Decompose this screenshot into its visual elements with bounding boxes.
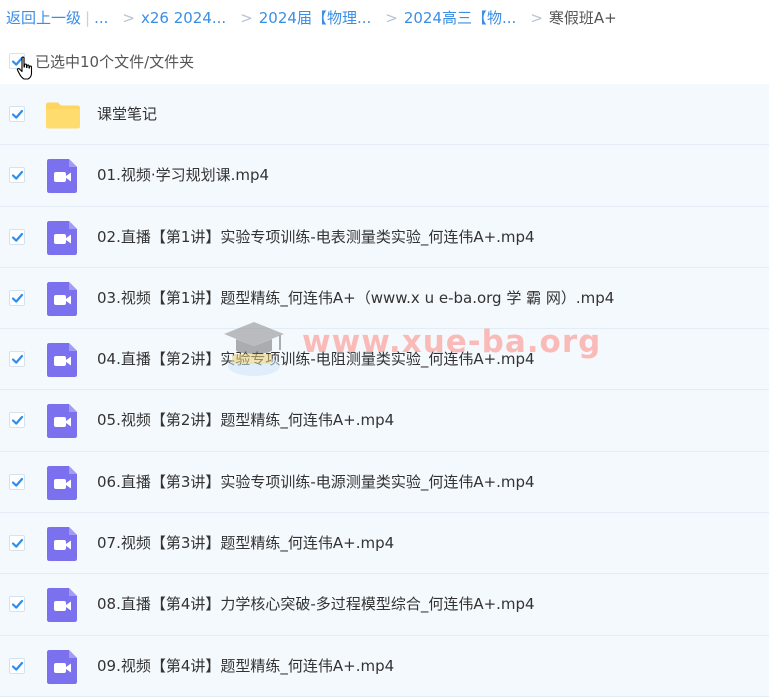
video-file-icon [45,526,81,562]
folder-icon [45,97,81,133]
file-checkbox[interactable] [9,228,25,245]
video-file-icon [45,281,81,317]
file-name[interactable]: 课堂笔记 [97,84,157,145]
file-checkbox[interactable] [9,412,25,429]
file-name[interactable]: 07.视频【第3讲】题型精练_何连伟A+.mp4 [97,513,394,574]
chevron-right-icon: > [122,9,135,27]
back-link[interactable]: 返回上一级 [6,6,81,30]
file-checkbox[interactable] [9,351,25,368]
file-row[interactable]: 02.直播【第1讲】实验专项训练-电表测量类实验_何连伟A+.mp4 [0,206,769,268]
file-checkbox[interactable] [9,473,25,490]
file-checkbox[interactable] [9,289,25,306]
file-checkbox[interactable] [9,167,25,184]
selection-bar: 已选中10个文件/文件夹 [0,44,769,78]
file-name[interactable]: 08.直播【第4讲】力学核心突破-多过程模型综合_何连伟A+.mp4 [97,574,535,635]
breadcrumb-item-3[interactable]: 2024高三【物... [404,6,516,30]
file-checkbox[interactable] [9,535,25,552]
file-list: 课堂笔记 01.视频·学习规划课.mp4 02.直播【第1讲】实验专项训练-电表测量… [0,84,769,697]
video-file-icon [45,158,81,194]
file-row[interactable]: 08.直播【第4讲】力学核心突破-多过程模型综合_何连伟A+.mp4 [0,574,769,636]
file-row[interactable]: 04.直播【第2讲】实验专项训练-电阻测量类实验_何连伟A+.mp4 [0,329,769,391]
video-file-icon [45,587,81,623]
file-name[interactable]: 04.直播【第2讲】实验专项训练-电阻测量类实验_何连伟A+.mp4 [97,329,535,390]
video-file-icon [45,403,81,439]
file-name[interactable]: 01.视频·学习规划课.mp4 [97,145,269,206]
select-all-checkbox[interactable] [9,53,25,69]
file-name[interactable]: 09.视频【第4讲】题型精练_何连伟A+.mp4 [97,636,394,697]
file-name[interactable]: 05.视频【第2讲】题型精练_何连伟A+.mp4 [97,390,394,451]
video-file-icon [45,220,81,256]
file-name[interactable]: 03.视频【第1讲】题型精练_何连伟A+（www.x u e-ba.org 学 … [97,268,614,329]
file-checkbox[interactable] [9,657,25,674]
breadcrumb-item-1[interactable]: x26 2024... [141,6,226,30]
breadcrumb: 返回上一级 | ... > x26 2024... > 2024届【物理... … [6,6,617,30]
file-checkbox[interactable] [9,596,25,613]
chevron-right-icon: > [385,9,398,27]
selection-count-label: 已选中10个文件/文件夹 [35,52,195,71]
file-row[interactable]: 01.视频·学习规划课.mp4 [0,145,769,207]
file-row[interactable]: 03.视频【第1讲】题型精练_何连伟A+（www.x u e-ba.org 学 … [0,267,769,330]
video-file-icon [45,465,81,501]
breadcrumb-item-2[interactable]: 2024届【物理... [259,6,371,30]
breadcrumb-current: 寒假班A+ [548,9,617,27]
file-row[interactable]: 06.直播【第3讲】实验专项训练-电源测量类实验_何连伟A+.mp4 [0,451,769,514]
file-row[interactable]: 05.视频【第2讲】题型精练_何连伟A+.mp4 [0,390,769,452]
video-file-icon [45,342,81,378]
file-row[interactable]: 07.视频【第3讲】题型精练_何连伟A+.mp4 [0,513,769,575]
chevron-right-icon: > [240,9,253,27]
file-name[interactable]: 06.直播【第3讲】实验专项训练-电源测量类实验_何连伟A+.mp4 [97,452,535,513]
breadcrumb-divider: | [85,9,91,27]
chevron-right-icon: > [530,9,543,27]
file-checkbox[interactable] [9,106,25,122]
breadcrumb-ellipsis[interactable]: ... [94,6,108,30]
file-row[interactable]: 课堂笔记 [0,84,769,146]
file-row[interactable]: 09.视频【第4讲】题型精练_何连伟A+.mp4 [0,635,769,697]
file-name[interactable]: 02.直播【第1讲】实验专项训练-电表测量类实验_何连伟A+.mp4 [97,207,535,268]
video-file-icon [45,649,81,685]
